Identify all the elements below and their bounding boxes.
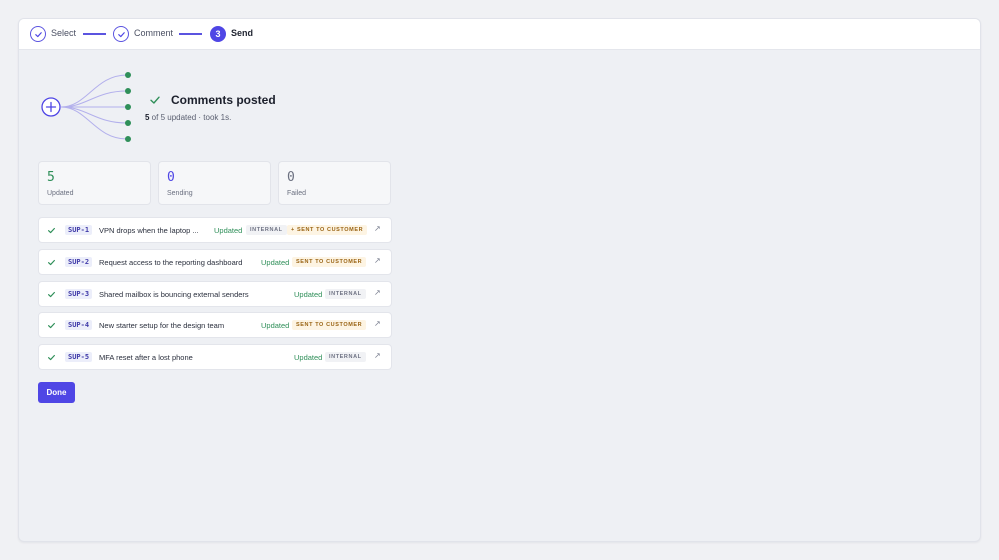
issue-key[interactable]: SUP-4 [65, 320, 93, 330]
issue-key[interactable]: SUP-3 [65, 289, 93, 299]
internal-badge: INTERNAL [325, 289, 366, 299]
stat-card-failed: 0 Failed [278, 161, 391, 205]
external-link-icon[interactable]: ↗ [374, 351, 381, 360]
send-panel: Select Comment 3 Send Comments posted 5 … [18, 18, 981, 542]
stat-value: 5 [47, 170, 55, 185]
stat-label: Failed [287, 190, 307, 197]
list-item[interactable]: SUP-1 VPN drops when the laptop ... Upda… [38, 217, 392, 243]
fanout-diagram-icon [41, 72, 131, 142]
stat-value: 0 [287, 170, 295, 185]
stat-value: 0 [167, 170, 175, 185]
step-connector [179, 33, 202, 35]
issue-title: VPN drops when the laptop ... [99, 226, 199, 235]
internal-badge: INTERNAL [325, 352, 366, 362]
stat-label: Updated [47, 190, 74, 197]
step-send-label: Send [231, 28, 254, 38]
sent-to-customer-badge: SENT TO CUSTOMER [292, 320, 367, 330]
check-icon [48, 291, 55, 298]
sent-to-customer-badge: + SENT TO CUSTOMER [287, 225, 368, 235]
external-link-icon[interactable]: ↗ [374, 224, 381, 233]
stat-label: Sending [167, 190, 193, 197]
row-status: Updated [214, 226, 243, 235]
result-summary-text: of 5 updated · took 1s. [149, 113, 232, 122]
list-item[interactable]: SUP-4 New starter setup for the design t… [38, 312, 392, 338]
step-select-label: Select [51, 28, 77, 38]
row-status: Updated [294, 290, 323, 299]
step-comment-check-icon [113, 26, 129, 42]
list-item[interactable]: SUP-2 Request access to the reporting da… [38, 249, 392, 275]
sent-to-customer-badge: SENT TO CUSTOMER [292, 257, 367, 267]
result-title: Comments posted [171, 93, 276, 107]
step-send-number: 3 [210, 26, 226, 42]
success-check-icon [150, 96, 160, 104]
issue-title: MFA reset after a lost phone [99, 353, 193, 362]
external-link-icon[interactable]: ↗ [374, 319, 381, 328]
list-item[interactable]: SUP-5 MFA reset after a lost phone Updat… [38, 344, 392, 370]
done-button[interactable]: Done [38, 382, 75, 403]
row-status: Updated [261, 258, 290, 267]
check-icon [48, 354, 55, 361]
external-link-icon[interactable]: ↗ [374, 256, 381, 265]
step-select-check-icon [30, 26, 46, 42]
row-status: Updated [261, 321, 290, 330]
stat-card-updated: 5 Updated [38, 161, 151, 205]
issue-key[interactable]: SUP-2 [65, 257, 93, 267]
issue-key[interactable]: SUP-5 [65, 352, 93, 362]
check-icon [48, 259, 55, 266]
step-comment-label: Comment [134, 28, 174, 38]
internal-badge: INTERNAL [246, 225, 287, 235]
issue-key[interactable]: SUP-1 [65, 225, 93, 235]
issue-title: Shared mailbox is bouncing external send… [99, 290, 249, 299]
stepper: Select Comment 3 Send [19, 19, 980, 50]
check-icon [48, 322, 55, 329]
check-icon [48, 227, 55, 234]
issue-title: New starter setup for the design team [99, 321, 225, 330]
external-link-icon[interactable]: ↗ [374, 288, 381, 297]
result-summary: 5 of 5 updated · took 1s. [145, 113, 231, 122]
list-item[interactable]: SUP-3 Shared mailbox is bouncing externa… [38, 281, 392, 307]
step-connector [83, 33, 106, 35]
stat-card-sending: 0 Sending [158, 161, 271, 205]
issue-title: Request access to the reporting dashboar… [99, 258, 243, 267]
row-status: Updated [294, 353, 323, 362]
